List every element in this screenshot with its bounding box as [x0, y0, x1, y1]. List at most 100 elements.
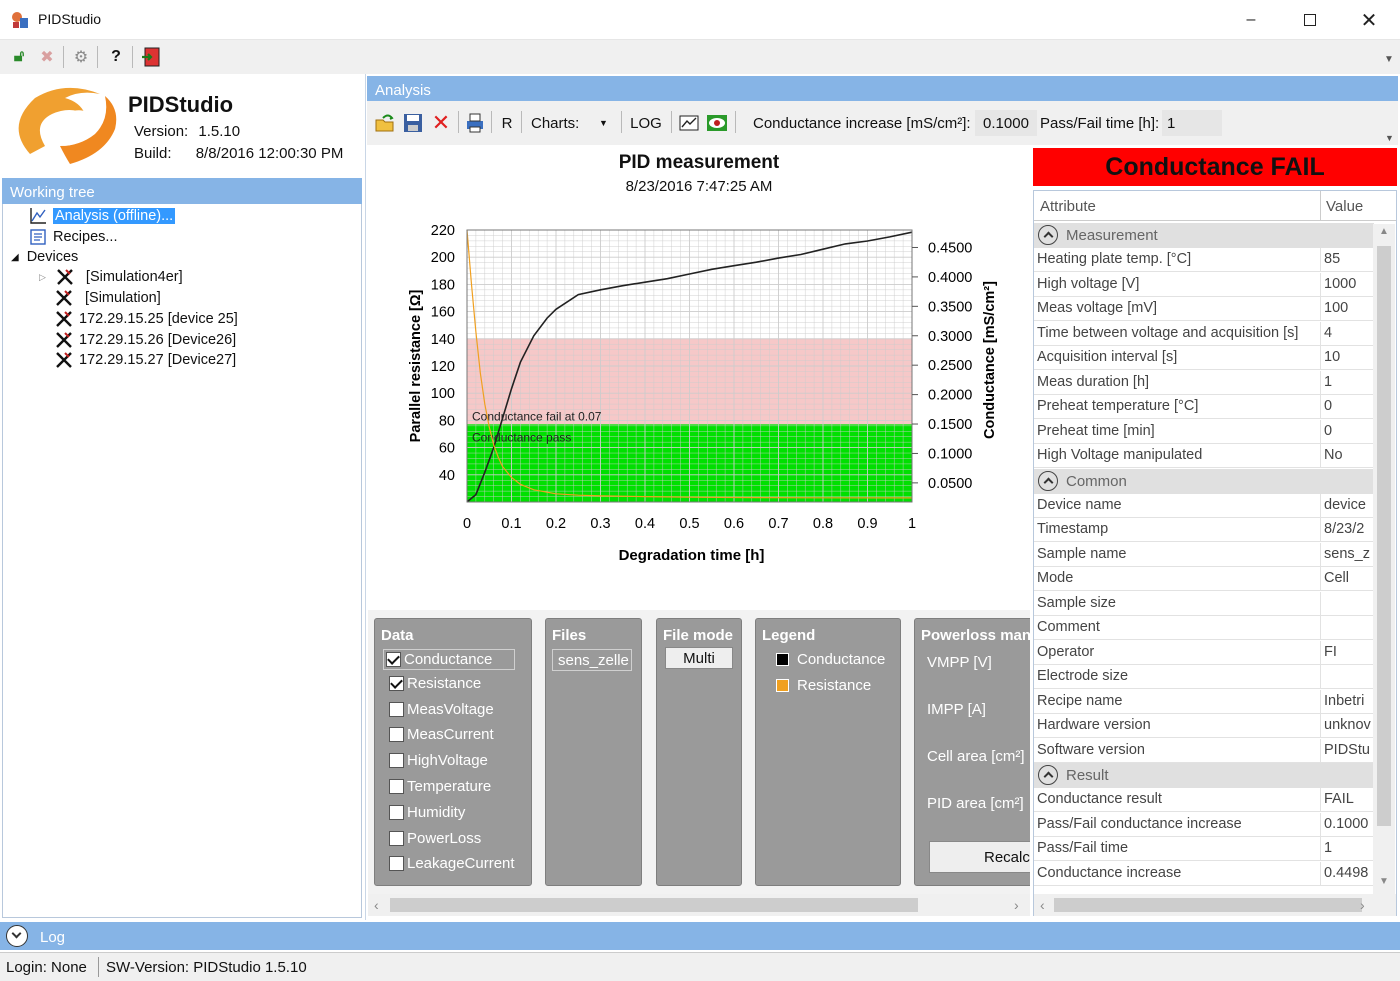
legend-item-resistance[interactable]: Resistance — [776, 677, 871, 694]
tree-device-row[interactable]: [Simulation] — [55, 288, 161, 308]
grid-category-result[interactable]: Result — [1034, 763, 1374, 788]
data-checkbox-powerloss[interactable]: PowerLoss — [389, 830, 481, 847]
file-mode-multi-button[interactable]: Multi — [665, 647, 733, 669]
scroll-left-icon[interactable]: ‹ — [1040, 897, 1045, 913]
charts-dropdown[interactable]: Charts: ▼ — [525, 111, 617, 135]
tree-device-row[interactable]: 172.29.15.27 [Device27] — [55, 350, 236, 370]
conductance-increase-input[interactable]: 0.1000 — [975, 110, 1037, 136]
save-button[interactable] — [401, 111, 425, 135]
grid-row[interactable]: Sample size — [1034, 591, 1374, 616]
scroll-down-icon[interactable]: ▼ — [1379, 876, 1389, 887]
toolbar-overflow-icon[interactable]: ▼ — [1385, 133, 1394, 143]
help-button[interactable]: ? — [105, 46, 127, 68]
checkbox-icon[interactable] — [389, 804, 404, 820]
exit-button[interactable] — [140, 46, 162, 68]
grid-row[interactable]: Timestamp 8/23/2 — [1034, 518, 1374, 542]
grid-horizontal-scrollbar[interactable]: ‹ › — [1034, 894, 1396, 916]
grid-row[interactable]: Acquisition interval [s] 10 — [1034, 346, 1374, 370]
grid-row[interactable]: Conductance result FAIL — [1034, 788, 1374, 812]
print-icon — [467, 113, 483, 133]
horizontal-scrollbar[interactable]: ‹ › — [368, 894, 1030, 916]
grid-row[interactable]: Preheat time [min] 0 — [1034, 419, 1374, 444]
scrollbar-thumb[interactable] — [1377, 246, 1391, 826]
close-window-button[interactable]: ✕ — [1340, 0, 1398, 40]
tree-item-devices[interactable]: ◢ Devices — [11, 247, 78, 267]
maximize-button[interactable] — [1281, 0, 1339, 40]
collapse-category-icon[interactable] — [1038, 470, 1058, 491]
open-file-button[interactable] — [373, 111, 397, 135]
tree-device-row[interactable]: 172.29.15.25 [device 25] — [55, 309, 238, 329]
checkbox-icon[interactable] — [386, 652, 401, 667]
collapse-category-icon[interactable] — [1038, 225, 1058, 245]
data-checkbox-leakagecurrent[interactable]: LeakageCurrent — [389, 855, 515, 872]
minimize-button[interactable]: – — [1222, 0, 1280, 40]
data-checkbox-highvoltage[interactable]: HighVoltage — [389, 752, 488, 769]
data-checkbox-humidity[interactable]: Humidity — [389, 804, 465, 821]
checkbox-icon[interactable] — [389, 727, 404, 743]
data-checkbox-meascurrent[interactable]: MeasCurrent — [389, 726, 494, 743]
grid-row[interactable]: Meas duration [h] 1 — [1034, 370, 1374, 395]
scroll-right-icon[interactable]: › — [1360, 897, 1365, 913]
grid-row[interactable]: Pass/Fail conductance increase 0.1000 — [1034, 812, 1374, 837]
toolbar-overflow-icon[interactable]: ▼ — [1384, 54, 1394, 65]
grid-category-measurement[interactable]: Measurement — [1034, 223, 1374, 248]
unlock-button[interactable]: 🔓︎ — [8, 46, 30, 68]
r-button[interactable]: R — [497, 111, 517, 135]
file-item[interactable]: sens_zelle — [552, 649, 632, 671]
checkbox-icon[interactable] — [389, 701, 404, 717]
scroll-left-icon[interactable]: ‹ — [374, 897, 379, 913]
data-checkbox-measvoltage[interactable]: MeasVoltage — [389, 701, 494, 718]
pid-chart[interactable]: Conductance fail at 0.07 Conductance pass… — [368, 146, 1030, 610]
checkbox-icon[interactable] — [389, 753, 404, 769]
open-folder-icon — [375, 114, 394, 132]
log-button[interactable]: LOG — [627, 111, 665, 135]
tree-device-row[interactable]: 172.29.15.26 [Device26] — [55, 330, 236, 350]
collapse-category-icon[interactable] — [1038, 765, 1058, 785]
grid-row[interactable]: High voltage [V] 1000 — [1034, 272, 1374, 297]
passfail-time-input[interactable]: 1 — [1162, 110, 1222, 136]
tree-device-row[interactable]: ▷ [Simulation4er] — [39, 267, 183, 287]
scroll-right-icon[interactable]: › — [1014, 897, 1019, 913]
vertical-scrollbar[interactable]: ▲ ▼ — [1373, 224, 1395, 894]
grid-row[interactable]: Recipe name Inbetri — [1034, 689, 1374, 714]
delete-button[interactable]: ✕ — [429, 110, 453, 135]
tree-item-analysis[interactable]: Analysis (offline)... — [29, 206, 176, 226]
settings-button[interactable]: ⚙ — [70, 46, 92, 68]
scroll-up-icon[interactable]: ▲ — [1379, 226, 1389, 237]
tree-item-recipes[interactable]: Recipes... — [29, 227, 117, 247]
grid-row[interactable]: Conductance increase 0.4498 — [1034, 861, 1374, 886]
view-button[interactable] — [705, 111, 729, 135]
grid-row[interactable]: Preheat temperature [°C] 0 — [1034, 395, 1374, 419]
checkbox-icon[interactable] — [389, 830, 404, 846]
grid-row[interactable]: Time between voltage and acquisition [s]… — [1034, 321, 1374, 346]
grid-row[interactable]: Electrode size — [1034, 665, 1374, 689]
data-checkbox-conductance[interactable]: Conductance — [383, 649, 515, 670]
checkbox-icon[interactable] — [389, 856, 404, 872]
status-bar: Login: None SW-Version: PIDStudio 1.5.10 — [0, 952, 1400, 981]
expand-log-icon[interactable] — [6, 925, 28, 947]
data-checkbox-temperature[interactable]: Temperature — [389, 778, 491, 795]
grid-category-common[interactable]: Common — [1034, 468, 1374, 494]
legend-item-conductance[interactable]: Conductance — [776, 651, 885, 668]
chart-settings-button[interactable] — [677, 111, 701, 135]
grid-row[interactable]: Comment — [1034, 616, 1374, 640]
recalc-button[interactable]: Recalc — [929, 841, 1030, 873]
grid-row[interactable]: Operator FI — [1034, 640, 1374, 665]
grid-row[interactable]: Pass/Fail time 1 — [1034, 837, 1374, 861]
checkbox-icon[interactable] — [389, 675, 404, 691]
grid-row[interactable]: Heating plate temp. [°C] 85 — [1034, 248, 1374, 272]
scrollbar-thumb[interactable] — [390, 898, 918, 912]
grid-row[interactable]: Sample name sens_z — [1034, 542, 1374, 567]
grid-row[interactable]: High Voltage manipulated No — [1034, 444, 1374, 468]
checkbox-icon[interactable] — [389, 779, 404, 794]
grid-row[interactable]: Hardware version unknov — [1034, 714, 1374, 738]
grid-row[interactable]: Device name device — [1034, 493, 1374, 518]
scrollbar-thumb[interactable] — [1054, 898, 1362, 912]
data-checkbox-resistance[interactable]: Resistance — [389, 675, 481, 692]
log-bar[interactable]: Log — [0, 922, 1400, 950]
grid-row[interactable]: Software version PIDStu — [1034, 738, 1374, 763]
grid-row[interactable]: Meas voltage [mV] 100 — [1034, 297, 1374, 321]
print-report-button[interactable] — [463, 111, 487, 135]
grid-row[interactable]: Mode Cell — [1034, 567, 1374, 591]
disconnect-button[interactable]: ✖ — [36, 46, 58, 68]
